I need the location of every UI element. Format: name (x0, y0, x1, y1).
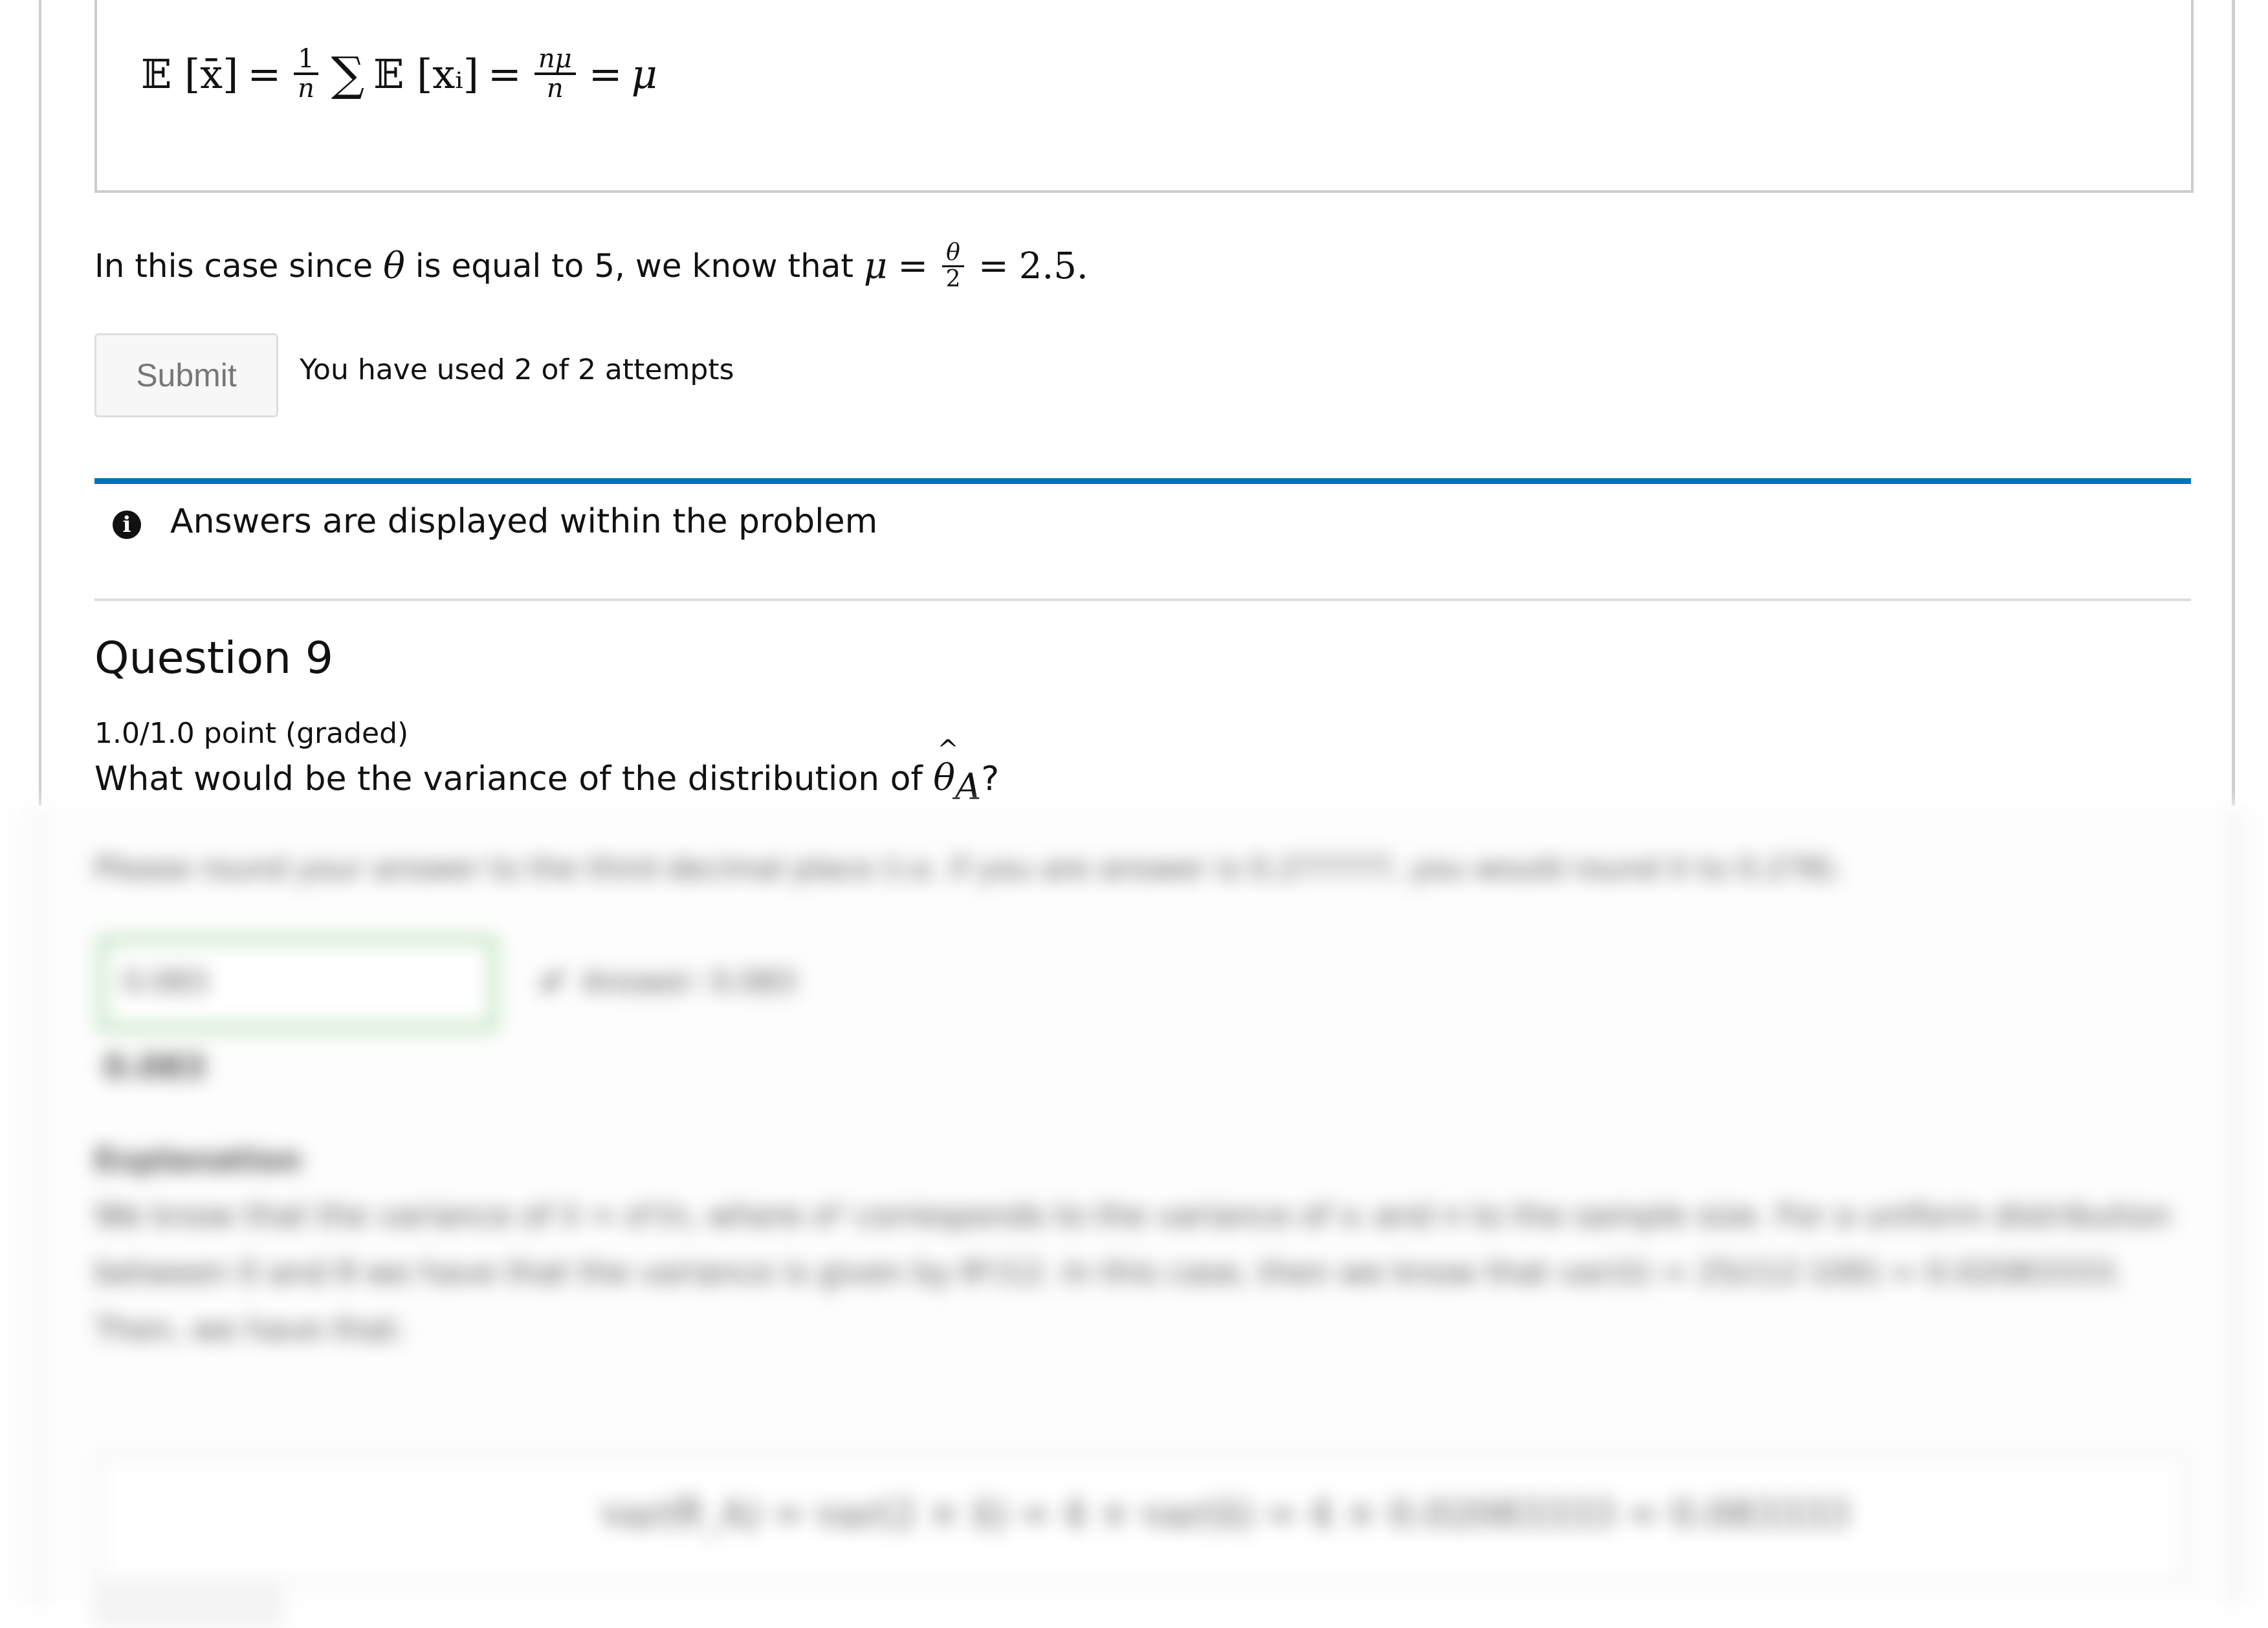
para-prefix: In this case since (94, 247, 384, 285)
eq-equals-1: = (247, 50, 281, 98)
para-middle: is equal to 5, we know that (404, 247, 864, 285)
para-theta: θ (383, 245, 405, 287)
eq-rhs: μ (631, 50, 657, 98)
para-mu: μ (863, 245, 888, 287)
frac-denominator: n (298, 74, 314, 104)
eq-fraction-1-over-n: 1 n (294, 45, 318, 102)
question-title: Question 9 (94, 633, 334, 684)
eq-fraction-nmu-over-n: nμ n (534, 45, 576, 102)
question-points: 1.0/1.0 point (graded) (94, 717, 409, 750)
attempts-status: You have used 2 of 2 attempts (300, 353, 734, 386)
notification-message: Answers are displayed within the problem (170, 502, 878, 541)
rounding-instructions: Please round your answer to the third de… (94, 851, 1844, 886)
blurred-answer-region: Please round your answer to the third de… (0, 806, 2268, 1628)
info-circle-icon: i (113, 511, 141, 539)
question-text-suffix: ? (981, 760, 1000, 798)
page-border-right (2232, 0, 2235, 806)
eq-equals-2: = (487, 50, 522, 98)
para-equals-2: = (978, 245, 1009, 287)
submit-button-blurred[interactable] (94, 1585, 282, 1628)
notification-bar-accent (94, 478, 2191, 484)
eq-lhs: 𝔼 [x̄] (141, 50, 239, 98)
para-result: 2.5. (1018, 245, 1088, 287)
page-border-left (39, 806, 41, 1605)
explanation-title: Explanation (94, 1142, 302, 1178)
question-text-prefix: What would be the variance of the distri… (94, 760, 934, 798)
para-equals-1: = (897, 245, 929, 287)
answer-preview: 0.083 (104, 1048, 206, 1086)
answer-input-value: 0.083 (123, 964, 208, 999)
eq-term: 𝔼 [xᵢ] (373, 50, 479, 98)
frac-numerator: θ (942, 241, 964, 267)
solution-paragraph: In this case since θ is equal to 5, we k… (94, 241, 1088, 292)
para-fraction-theta-over-2: θ 2 (942, 241, 964, 292)
page-border-left (39, 0, 41, 806)
eq-equals-3: = (588, 50, 622, 98)
theta-subscript: A (955, 766, 982, 808)
frac-denominator: n (546, 74, 564, 104)
correct-answer-label: Answer: 0.083 (582, 964, 797, 999)
theta-hat-symbol: θ (933, 735, 958, 799)
explanation-equation: var(θ̂_A) = var(2 × x̄) = 4 × var(x̄) = … (602, 1491, 1850, 1535)
frac-denominator: 2 (945, 265, 961, 292)
section-divider (94, 599, 2191, 601)
eq-sum-symbol: ∑ (331, 47, 365, 101)
check-icon: ✔ (538, 961, 569, 1003)
frac-numerator: 1 (294, 45, 318, 75)
explanation-text: We know that the variance of x̄ = σ²/n, … (94, 1198, 2172, 1348)
submit-button[interactable]: Submit (94, 333, 278, 417)
solution-equation: 𝔼 [x̄] = 1 n ∑ 𝔼 [xᵢ] = nμ n = μ (141, 45, 657, 102)
frac-numerator: nμ (534, 45, 576, 75)
page-border-right (2232, 806, 2235, 1605)
question-text: What would be the variance of the distri… (94, 735, 1000, 808)
